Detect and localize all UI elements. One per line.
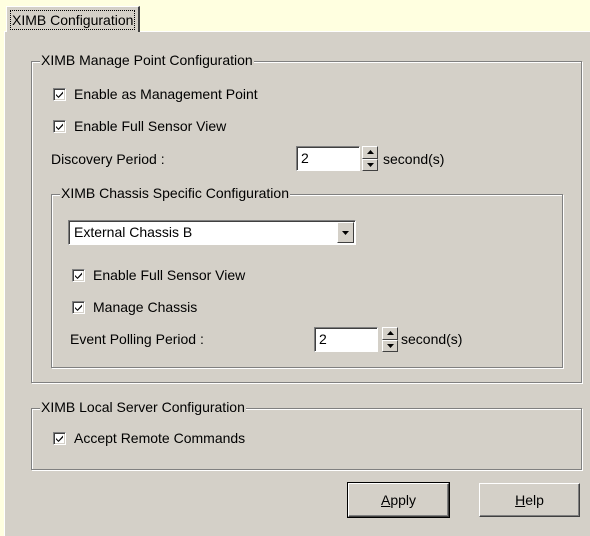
enable-full-sensor-checkbox[interactable]: Enable Full Sensor View: [53, 117, 226, 135]
enable-mgmt-point-checkbox[interactable]: Enable as Management Point: [53, 85, 258, 103]
event-polling-unit: second(s): [401, 331, 463, 347]
help-button[interactable]: Help: [479, 483, 580, 517]
event-polling-label: Event Polling Period :: [70, 331, 204, 347]
chassis-select-value: External Chassis B: [74, 224, 193, 240]
discovery-down-button[interactable]: [362, 158, 378, 171]
discovery-period-spinner[interactable]: [362, 146, 378, 171]
chassis-full-sensor-checkbox[interactable]: Enable Full Sensor View: [72, 266, 245, 284]
down-arrow-icon: [366, 162, 374, 167]
event-polling-input[interactable]: 2: [314, 327, 378, 352]
down-arrow-icon: [386, 343, 394, 348]
dropdown-arrow-icon: [342, 230, 349, 235]
check-icon: [53, 431, 66, 445]
chassis-legend: XIMB Chassis Specific Configuration: [60, 185, 290, 201]
manage-chassis-label: Manage Chassis: [93, 299, 198, 315]
discovery-period-value: 2: [301, 150, 309, 166]
event-polling-down-button[interactable]: [382, 339, 398, 352]
check-icon: [72, 268, 85, 282]
check-icon: [53, 87, 66, 101]
config-panel: XIMB Manage Point Configuration Enable a…: [4, 31, 590, 536]
local-server-legend: XIMB Local Server Configuration: [40, 399, 246, 415]
enable-mgmt-point-label: Enable as Management Point: [74, 86, 258, 102]
manage-chassis-checkbox[interactable]: Manage Chassis: [72, 298, 197, 316]
event-polling-value: 2: [319, 331, 327, 347]
accept-remote-checkbox[interactable]: Accept Remote Commands: [53, 429, 245, 447]
chassis-dropdown-button[interactable]: [337, 222, 354, 243]
discovery-period-input[interactable]: 2: [296, 146, 360, 171]
discovery-period-label: Discovery Period :: [51, 151, 165, 167]
discovery-period-unit: second(s): [383, 151, 445, 167]
enable-full-sensor-label: Enable Full Sensor View: [74, 118, 227, 134]
tab-ximb-configuration[interactable]: XIMB Configuration: [6, 6, 141, 32]
chassis-select[interactable]: External Chassis B: [68, 220, 356, 245]
chassis-full-sensor-label: Enable Full Sensor View: [93, 267, 246, 283]
event-polling-spinner[interactable]: [382, 327, 398, 352]
help-button-label: Help: [515, 492, 544, 508]
apply-button[interactable]: Apply: [347, 482, 450, 518]
accept-remote-label: Accept Remote Commands: [74, 430, 246, 446]
manage-point-legend: XIMB Manage Point Configuration: [40, 52, 254, 68]
apply-button-label: Apply: [380, 492, 417, 508]
event-polling-up-button[interactable]: [382, 327, 398, 340]
tab-label: XIMB Configuration: [9, 9, 136, 30]
check-icon: [72, 300, 85, 314]
up-arrow-icon: [386, 331, 394, 336]
up-arrow-icon: [366, 150, 374, 155]
discovery-up-button[interactable]: [362, 146, 378, 159]
check-icon: [53, 119, 66, 133]
